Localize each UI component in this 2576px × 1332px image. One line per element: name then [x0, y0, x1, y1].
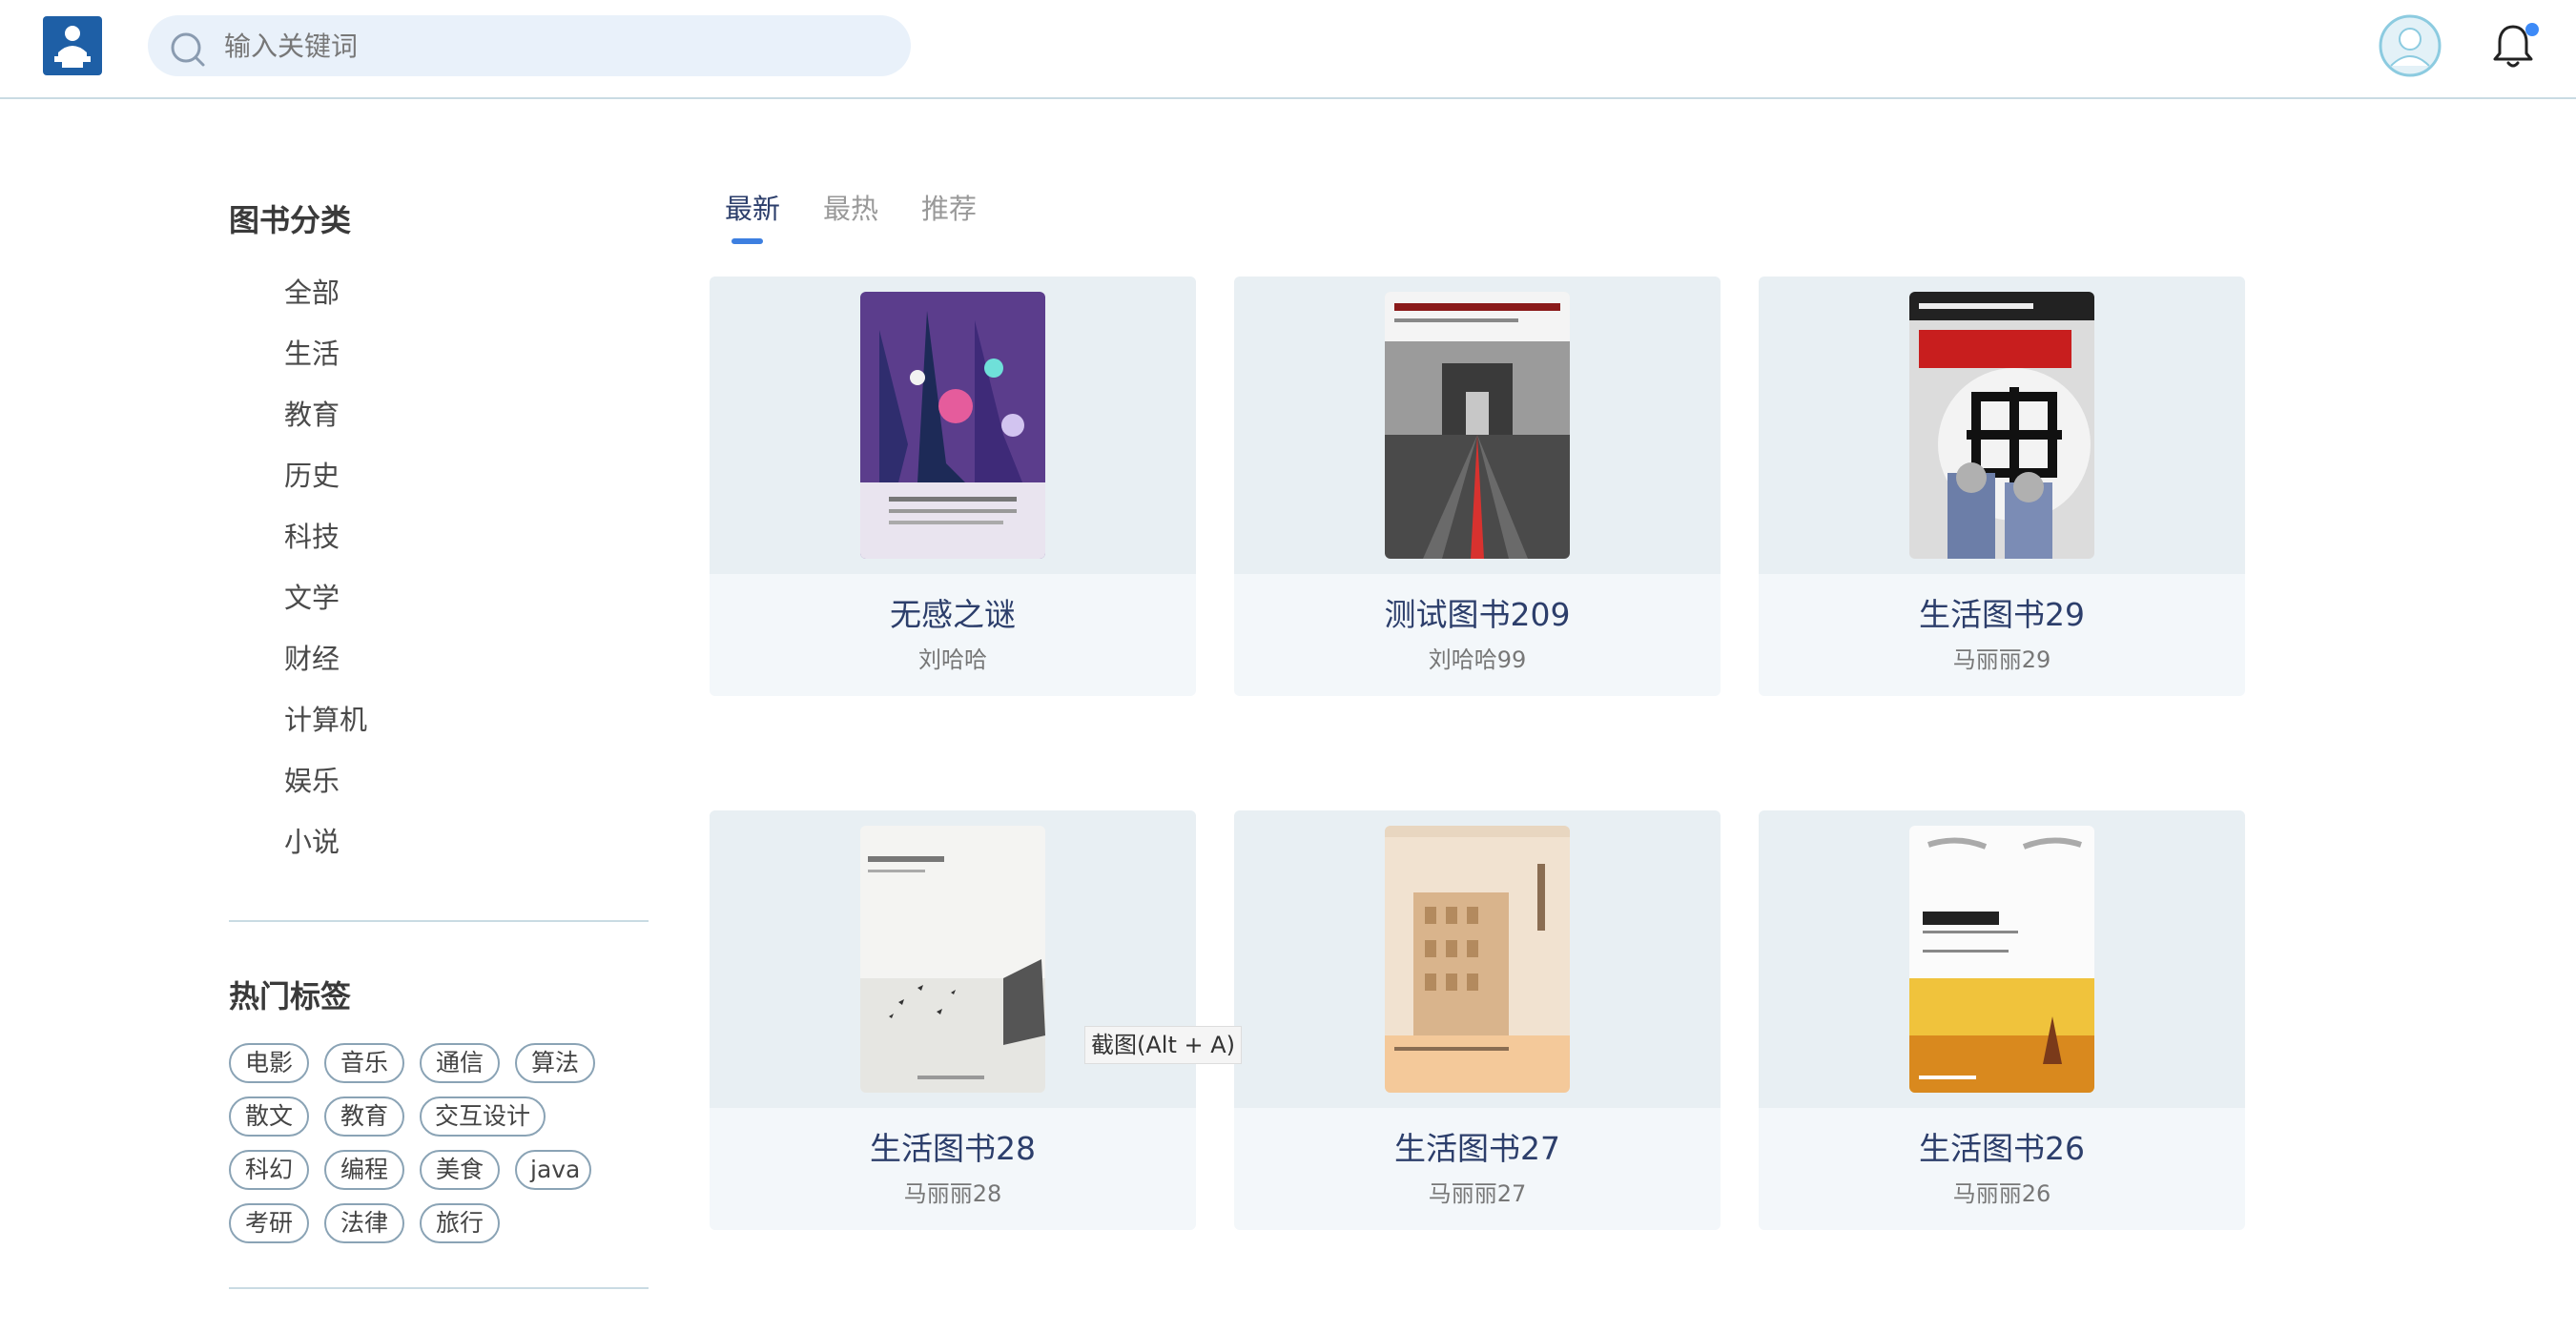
- active-tab-indicator: [732, 238, 763, 244]
- category-finance[interactable]: 财经: [284, 637, 340, 677]
- tag-algorithm[interactable]: 算法: [515, 1043, 595, 1083]
- book-cover[interactable]: [1385, 292, 1570, 559]
- tag-food[interactable]: 美食: [420, 1150, 500, 1190]
- tag-java[interactable]: java: [515, 1150, 591, 1190]
- tag-communication[interactable]: 通信: [420, 1043, 500, 1083]
- category-all[interactable]: 全部: [284, 271, 340, 311]
- book-author: 马丽丽28: [903, 1180, 1002, 1207]
- search-bar[interactable]: [148, 15, 911, 76]
- category-computer[interactable]: 计算机: [284, 698, 367, 738]
- tag-interaction-design[interactable]: 交互设计: [420, 1096, 546, 1137]
- book-card[interactable]: 生活图书26 马丽丽26: [1759, 810, 2245, 1230]
- book-author: 马丽丽26: [1952, 1180, 2051, 1207]
- hot-tags-title: 热门标签: [229, 978, 352, 1014]
- book-card[interactable]: 测试图书209 刘哈哈99: [1234, 277, 1721, 696]
- book-cover[interactable]: [1385, 826, 1570, 1093]
- book-card[interactable]: 生活图书29 马丽丽29: [1759, 277, 2245, 696]
- book-cover[interactable]: [860, 826, 1045, 1093]
- book-title[interactable]: 生活图书29: [1759, 589, 2245, 635]
- book-author: 刘哈哈99: [1428, 646, 1527, 673]
- screenshot-tooltip: 截图(Alt + A): [1084, 1026, 1243, 1064]
- tag-law[interactable]: 法律: [324, 1203, 404, 1243]
- tag-prose[interactable]: 散文: [229, 1096, 309, 1137]
- tag-exam[interactable]: 考研: [229, 1203, 309, 1243]
- app-logo[interactable]: [43, 16, 102, 75]
- book-author: 马丽丽27: [1428, 1180, 1527, 1207]
- book-title[interactable]: 生活图书28: [710, 1123, 1196, 1169]
- sidebar-divider-bottom: [229, 1287, 649, 1289]
- category-entertainment[interactable]: 娱乐: [284, 759, 340, 799]
- book-card[interactable]: 无感之谜 刘哈哈: [710, 277, 1196, 696]
- book-title[interactable]: 测试图书209: [1234, 589, 1721, 635]
- sidebar-divider: [229, 920, 649, 922]
- top-header: [0, 0, 2576, 99]
- category-history[interactable]: 历史: [284, 454, 340, 494]
- book-cover[interactable]: [860, 292, 1045, 559]
- book-author: 马丽丽29: [1952, 646, 2051, 673]
- tab-hottest[interactable]: 最热: [823, 187, 878, 227]
- search-input[interactable]: [222, 25, 880, 67]
- category-life[interactable]: 生活: [284, 332, 340, 372]
- tag-scifi[interactable]: 科幻: [229, 1150, 309, 1190]
- user-avatar-icon[interactable]: [2379, 14, 2442, 77]
- book-title[interactable]: 生活图书26: [1759, 1123, 2245, 1169]
- book-title[interactable]: 无感之谜: [710, 589, 1196, 635]
- tag-movie[interactable]: 电影: [229, 1043, 309, 1083]
- categories-title: 图书分类: [229, 202, 352, 238]
- book-cover[interactable]: [1909, 826, 2094, 1093]
- book-cover[interactable]: [1909, 292, 2094, 559]
- tab-recommended[interactable]: 推荐: [921, 187, 977, 227]
- tag-music[interactable]: 音乐: [324, 1043, 404, 1083]
- tag-programming[interactable]: 编程: [324, 1150, 404, 1190]
- book-card[interactable]: 生活图书28 马丽丽28: [710, 810, 1196, 1230]
- book-author: 刘哈哈: [918, 646, 987, 673]
- tab-newest[interactable]: 最新: [725, 187, 780, 227]
- book-title[interactable]: 生活图书27: [1234, 1123, 1721, 1169]
- tag-education[interactable]: 教育: [324, 1096, 404, 1137]
- tag-travel[interactable]: 旅行: [420, 1203, 500, 1243]
- book-card[interactable]: 生活图书27 马丽丽27: [1234, 810, 1721, 1230]
- category-literature[interactable]: 文学: [284, 576, 340, 616]
- category-technology[interactable]: 科技: [284, 515, 340, 555]
- category-education[interactable]: 教育: [284, 393, 340, 433]
- notification-dot: [2525, 23, 2539, 36]
- category-fiction[interactable]: 小说: [284, 820, 340, 860]
- search-icon[interactable]: [169, 31, 207, 69]
